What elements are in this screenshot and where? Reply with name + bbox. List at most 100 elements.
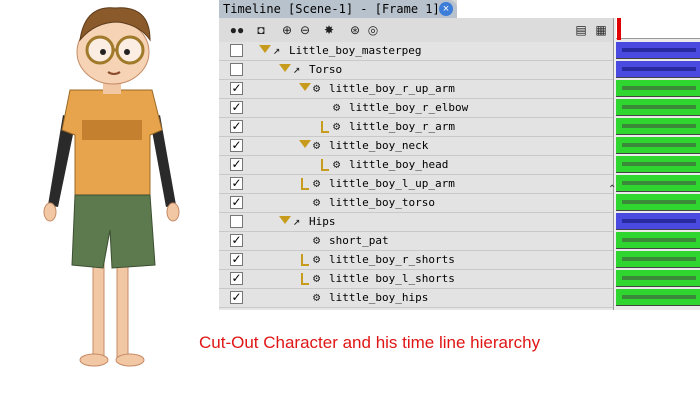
timeline-panel: Timeline [Scene-1] - [Frame 1] × ●● ◘ ⊕ …: [219, 0, 700, 310]
drawing-layer-icon: ⚙: [313, 233, 321, 247]
add-peg-icon[interactable]: ⊛: [347, 22, 363, 38]
layer-cell[interactable]: [616, 175, 700, 192]
collapsed-connector-icon[interactable]: [301, 178, 309, 190]
layer-row[interactable]: ↗ Torso: [219, 61, 613, 80]
layer-name: little_boy_r_shorts: [329, 253, 455, 266]
layer-cell[interactable]: [616, 251, 700, 268]
layer-cell[interactable]: [616, 42, 700, 59]
layer-name: Little_boy_masterpeg: [289, 44, 422, 57]
layer-enable-checkbox[interactable]: ✓: [230, 272, 243, 285]
layer-enable-checkbox[interactable]: ✓: [230, 120, 243, 133]
exposure-bar: [622, 181, 696, 185]
layer-cell[interactable]: [616, 270, 700, 287]
exposure-bar: [622, 162, 696, 166]
layer-row[interactable]: ✓ ⚙ little_boy_head: [219, 156, 613, 175]
layer-row[interactable]: ✓ ⚙ little_boy_hips: [219, 289, 613, 308]
drawing-layer-icon: ⚙: [313, 290, 321, 304]
layer-row[interactable]: ✓ ⚙ little_boy_r_shorts: [219, 251, 613, 270]
exposure-bar: [622, 295, 696, 299]
add-drawing-icon[interactable]: ◎: [365, 22, 381, 38]
layer-row[interactable]: ✓ ⚙ little_boy_r_elbow: [219, 99, 613, 118]
layer-name: Hips: [309, 215, 336, 228]
timeline-tab[interactable]: Timeline [Scene-1] - [Frame 1] ×: [219, 0, 457, 18]
exposure-bar: [622, 257, 696, 261]
drawing-layer-icon: ⚙: [333, 119, 341, 133]
collapsed-connector-icon[interactable]: [321, 121, 329, 133]
layer-enable-checkbox[interactable]: ✓: [230, 177, 243, 190]
layer-enable-checkbox[interactable]: [230, 215, 243, 228]
frame-ruler[interactable]: [616, 18, 700, 39]
layer-name: little_boy_l_up_arm: [329, 177, 455, 190]
layer-cell[interactable]: [616, 80, 700, 97]
exposure-bar: [622, 86, 696, 90]
exposure-bar: [622, 276, 696, 280]
drawing-layer-icon: ⚙: [313, 195, 321, 209]
layer-name: little_boy_hips: [329, 291, 429, 304]
layer-cell[interactable]: [616, 213, 700, 230]
exposure-bar: [622, 48, 696, 52]
layer-enable-checkbox[interactable]: ✓: [230, 234, 243, 247]
layer-row[interactable]: ✓ ⚙ little_boy_neck: [219, 137, 613, 156]
layer-row[interactable]: ✓ ⚙ little_boy_torso: [219, 194, 613, 213]
exposure-bar: [622, 219, 696, 223]
layer-cell[interactable]: [616, 194, 700, 211]
timeline-title: Timeline [Scene-1] - [Frame 1]: [223, 2, 440, 16]
layer-cell[interactable]: [616, 232, 700, 249]
layer-name: little_boy_r_arm: [349, 120, 455, 133]
layer-row[interactable]: ✓ ⚙ little_boy_r_up_arm: [219, 80, 613, 99]
layer-cell[interactable]: [616, 99, 700, 116]
collapsed-connector-icon[interactable]: [321, 159, 329, 171]
onion-skin-icon[interactable]: ●●: [229, 22, 245, 38]
close-icon[interactable]: ×: [439, 2, 453, 16]
layer-enable-checkbox[interactable]: ✓: [230, 82, 243, 95]
exposure-bar: [622, 105, 696, 109]
expand-triangle-icon[interactable]: [279, 64, 291, 72]
add-effect-icon[interactable]: ✸: [321, 22, 337, 38]
cutout-character-illustration: [0, 0, 215, 400]
playhead[interactable]: [617, 18, 621, 40]
layer-name: short_pat: [329, 234, 389, 247]
cell-area: [616, 18, 700, 310]
menu-icon[interactable]: ▤: [573, 22, 589, 38]
layer-enable-checkbox[interactable]: [230, 44, 243, 57]
add-layer-icon[interactable]: ⊕: [279, 22, 295, 38]
layer-row[interactable]: ✓ ⚙ little_boy_r_arm: [219, 118, 613, 137]
remove-layer-icon[interactable]: ⊖: [297, 22, 313, 38]
layer-row[interactable]: ✓ ⚙ little boy_l_shorts: [219, 270, 613, 289]
drawing-layer-icon: ⚙: [313, 176, 321, 190]
layer-row[interactable]: ✓ ⚙ short_pat: [219, 232, 613, 251]
layer-row[interactable]: ↗ Hips: [219, 213, 613, 232]
exposure-bar: [622, 143, 696, 147]
expand-triangle-icon[interactable]: [279, 216, 291, 224]
expand-triangle-icon[interactable]: [299, 140, 311, 148]
tab-strip: [457, 0, 700, 18]
layer-enable-checkbox[interactable]: ✓: [230, 196, 243, 209]
drawing-layer-icon: ⚙: [313, 271, 321, 285]
exposure-bar: [622, 67, 696, 71]
collapsed-connector-icon[interactable]: [301, 273, 309, 285]
layer-cell[interactable]: [616, 118, 700, 135]
layer-enable-checkbox[interactable]: ✓: [230, 101, 243, 114]
expand-triangle-icon[interactable]: [259, 45, 271, 53]
layer-menu-icon[interactable]: ▦: [593, 22, 609, 38]
expand-triangle-icon[interactable]: [299, 83, 311, 91]
peg-layer-icon: ↗: [273, 43, 281, 57]
layer-cell[interactable]: [616, 61, 700, 78]
layer-enable-checkbox[interactable]: ✓: [230, 158, 243, 171]
layer-name: little_boy_head: [349, 158, 449, 171]
layer-row[interactable]: ✓ ⚙ little_boy_l_up_arm: [219, 175, 613, 194]
layer-enable-checkbox[interactable]: ✓: [230, 291, 243, 304]
exposure-bar: [622, 200, 696, 204]
frame-mode-icon[interactable]: ◘: [253, 22, 269, 38]
collapsed-connector-icon[interactable]: [301, 254, 309, 266]
layer-enable-checkbox[interactable]: ✓: [230, 253, 243, 266]
layer-row[interactable]: ↗ Little_boy_masterpeg: [219, 42, 613, 61]
layer-cell[interactable]: [616, 156, 700, 173]
layer-enable-checkbox[interactable]: ✓: [230, 139, 243, 152]
layer-cell[interactable]: [616, 289, 700, 306]
layer-cell[interactable]: [616, 137, 700, 154]
drawing-layer-icon: ⚙: [313, 81, 321, 95]
layer-name: little_boy_torso: [329, 196, 435, 209]
layer-enable-checkbox[interactable]: [230, 63, 243, 76]
drawing-layer-icon: ⚙: [333, 157, 341, 171]
